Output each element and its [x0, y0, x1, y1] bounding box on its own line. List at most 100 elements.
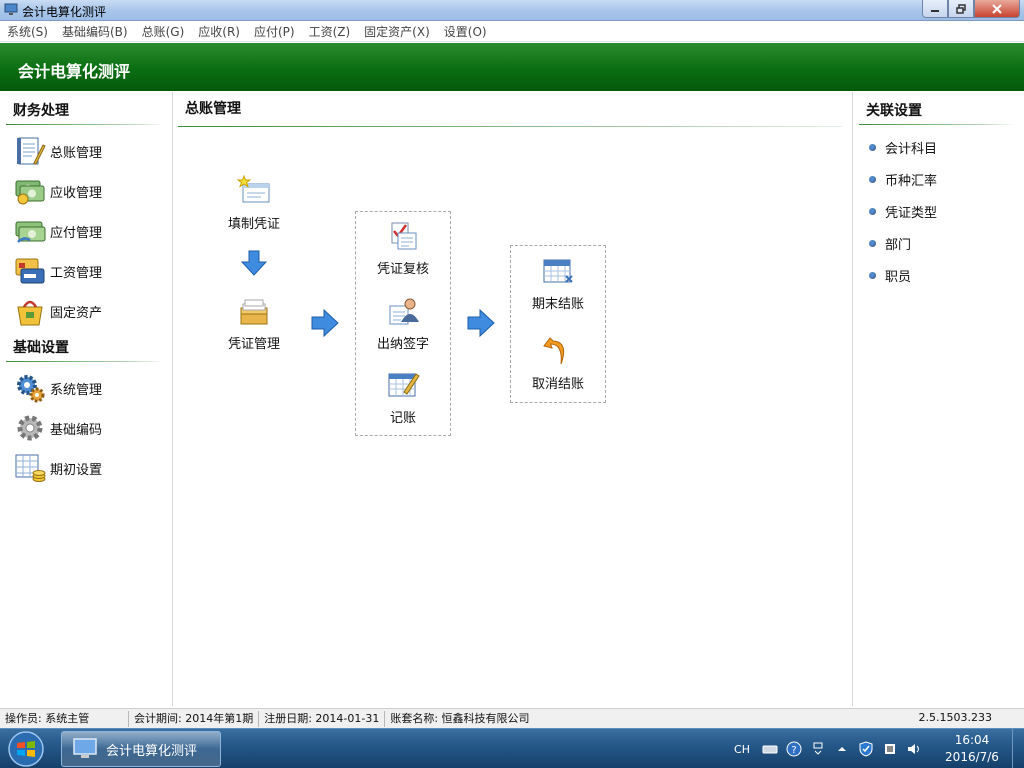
- nav-label: 总账管理: [50, 145, 103, 161]
- link-label: 凭证类型: [885, 205, 938, 221]
- speaker-icon[interactable]: [906, 741, 922, 757]
- link-currency-rates[interactable]: 币种汇率: [853, 163, 1024, 195]
- finance-section-title: 财务处理: [13, 103, 69, 119]
- status-bar: 操作员: 系统主管 会计期间: 2014年第1期 注册日期: 2014-01-3…: [0, 708, 1024, 728]
- link-voucher-types[interactable]: 凭证类型: [853, 195, 1024, 227]
- node-label: 记账: [389, 411, 416, 426]
- system-clock[interactable]: 16:04 2016/7/6: [936, 732, 1008, 766]
- banner-title: 会计电算化测评: [18, 62, 131, 81]
- clock-date: 2016/7/6: [945, 750, 999, 764]
- node-voucher-review[interactable]: 凭证复核: [368, 219, 438, 277]
- link-departments[interactable]: 部门: [853, 227, 1024, 259]
- right-settings-panel: 关联设置 会计科目 币种汇率 凭证类型 部门 职员: [852, 92, 1024, 706]
- nav-label: 期初设置: [50, 462, 103, 478]
- link-employees[interactable]: 职员: [853, 259, 1024, 291]
- close-button[interactable]: [974, 0, 1020, 18]
- status-operator: 操作员: 系统主管: [5, 711, 90, 725]
- basic-section-title: 基础设置: [13, 340, 69, 356]
- nav-receivable[interactable]: 应收管理: [0, 171, 172, 211]
- app-icon: [4, 3, 18, 15]
- section-divider: [859, 124, 1016, 125]
- window-controls: [922, 0, 1020, 18]
- node-label: 出纳签字: [376, 337, 429, 352]
- nav-label: 应收管理: [50, 185, 103, 201]
- spreadsheet-coins-icon: [15, 454, 46, 482]
- app-monitor-icon: [73, 738, 97, 758]
- nav-label: 固定资产: [50, 305, 103, 321]
- menu-fixed-assets[interactable]: 固定资产(X): [357, 23, 437, 40]
- section-divider: [6, 124, 164, 125]
- nav-payroll[interactable]: 工资管理: [0, 251, 172, 291]
- nav-label: 系统管理: [50, 382, 103, 398]
- calendar-close-icon: [543, 259, 573, 283]
- device-icon[interactable]: [882, 741, 898, 757]
- nav-fixed-assets[interactable]: 固定资产: [0, 291, 172, 331]
- node-period-close[interactable]: 期末结账: [523, 254, 593, 312]
- nav-label: 基础编码: [50, 422, 103, 438]
- status-register-date: 注册日期: 2014-01-31: [258, 710, 384, 727]
- language-indicator[interactable]: CH: [734, 743, 750, 756]
- post-ledger-icon: [388, 373, 420, 397]
- status-version: 2.5.1503.233: [918, 711, 992, 724]
- menu-receivable[interactable]: 应收(R): [191, 23, 247, 40]
- restore-icon: [956, 3, 966, 14]
- center-workflow-panel: 总账管理 填制凭证 凭证管理 凭证复核 出纳签字 记账 期末结账 取消结账: [174, 92, 851, 706]
- payroll-card-icon: [15, 258, 45, 284]
- help-icon[interactable]: ?: [786, 741, 802, 757]
- link-label: 职员: [885, 269, 912, 285]
- nav-system-management[interactable]: 系统管理: [0, 368, 172, 408]
- node-post-ledger[interactable]: 记账: [368, 368, 438, 426]
- menu-general-ledger[interactable]: 总账(G): [135, 23, 192, 40]
- show-desktop-button[interactable]: [1012, 729, 1024, 768]
- window-title-bar[interactable]: 会计电算化测评: [0, 0, 1024, 21]
- show-hidden-icons-chevron-up-icon[interactable]: [834, 741, 850, 757]
- start-button-icon[interactable]: [6, 730, 46, 768]
- gears-icon: [17, 375, 45, 403]
- node-label: 填制凭证: [227, 217, 280, 232]
- nav-payable[interactable]: 应付管理: [0, 211, 172, 251]
- menu-payroll[interactable]: 工资(Z): [302, 23, 358, 40]
- nav-general-ledger[interactable]: 总账管理: [0, 131, 172, 171]
- system-tray: CH ? 16:04 2016/7/6: [734, 729, 1024, 768]
- section-divider: [6, 361, 164, 362]
- link-account-subjects[interactable]: 会计科目: [853, 131, 1024, 163]
- arrow-right-icon: [467, 309, 495, 337]
- menu-system[interactable]: 系统(S): [0, 23, 55, 40]
- app-banner: 会计电算化测评: [0, 43, 1024, 91]
- related-settings-title: 关联设置: [866, 103, 922, 119]
- bullet-icon: [869, 271, 876, 279]
- restore-button[interactable]: [948, 0, 974, 18]
- user-sign-icon: [389, 298, 419, 325]
- payable-money-icon: [15, 221, 46, 243]
- status-account-set: 账套名称: 恒鑫科技有限公司: [384, 710, 534, 727]
- node-cancel-close[interactable]: 取消结账: [523, 334, 593, 392]
- options-icon[interactable]: [810, 741, 826, 757]
- node-cashier-sign[interactable]: 出纳签字: [368, 294, 438, 352]
- taskbar-app-button[interactable]: 会计电算化测评: [61, 731, 221, 767]
- asset-bag-icon: [17, 300, 43, 326]
- node-label: 取消结账: [531, 377, 584, 392]
- svg-text:?: ?: [791, 745, 796, 756]
- checklist-icon: [391, 222, 417, 250]
- shield-icon[interactable]: [858, 741, 874, 757]
- windows-taskbar: 会计电算化测评 CH ? 16:04 2016/7/6: [0, 728, 1024, 768]
- node-label: 凭证复核: [376, 262, 429, 277]
- node-label: 期末结账: [531, 297, 584, 312]
- left-nav-panel: 财务处理 总账管理 应收管理 应付管理 工资管理 固定资产 基础设置 系统管理 …: [0, 92, 173, 706]
- nav-opening-settings[interactable]: 期初设置: [0, 448, 172, 488]
- node-label: 凭证管理: [227, 337, 280, 352]
- minimize-button[interactable]: [922, 0, 948, 18]
- bullet-icon: [869, 175, 876, 183]
- nav-basic-coding[interactable]: 基础编码: [0, 408, 172, 448]
- menu-basic-coding[interactable]: 基础编码(B): [55, 23, 135, 40]
- menu-bar: 系统(S) 基础编码(B) 总账(G) 应收(R) 应付(P) 工资(Z) 固定…: [0, 22, 1024, 42]
- node-fill-voucher[interactable]: 填制凭证: [220, 174, 288, 232]
- ledger-book-icon: [17, 137, 46, 165]
- nav-label: 工资管理: [50, 265, 103, 281]
- menu-settings[interactable]: 设置(O): [437, 23, 494, 40]
- menu-payable[interactable]: 应付(P): [247, 23, 302, 40]
- link-label: 币种汇率: [885, 173, 938, 189]
- status-period: 会计期间: 2014年第1期: [128, 710, 258, 727]
- keyboard-icon[interactable]: [762, 741, 778, 757]
- node-voucher-management[interactable]: 凭证管理: [220, 294, 288, 352]
